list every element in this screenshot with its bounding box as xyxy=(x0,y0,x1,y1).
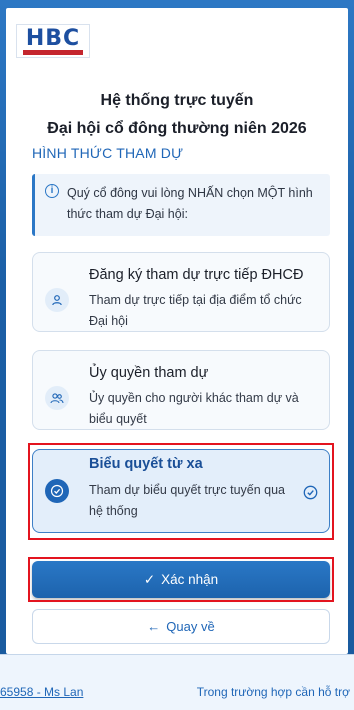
logo-subtext xyxy=(23,49,83,55)
section-label: HÌNH THỨC THAM DỰ xyxy=(32,145,184,161)
option-proxy[interactable]: Ủy quyền tham dự Ủy quyền cho người khác… xyxy=(32,350,330,430)
people-icon xyxy=(45,386,69,410)
option-description: Ủy quyền cho người khác tham dự và biểu … xyxy=(89,391,299,426)
selection-highlight xyxy=(28,443,334,540)
info-notice: i Quý cổ đông vui lòng NHẤN chọn MỘT hìn… xyxy=(32,174,330,236)
page-title-line2: Đại hội cổ đông thường niên 2026 xyxy=(47,120,307,137)
support-contact-link[interactable]: 65958 - Ms Lan xyxy=(0,685,83,699)
arrow-left-icon: ← xyxy=(147,619,161,634)
logo-text: HBC xyxy=(25,25,81,51)
option-description: Tham dự trực tiếp tại địa điểm tổ chức Đ… xyxy=(89,293,302,328)
confirm-highlight xyxy=(28,557,334,602)
option-title: Đăng ký tham dự trực tiếp ĐHCĐ xyxy=(89,267,304,283)
back-label: Quay về xyxy=(166,619,215,634)
page-title-line1: Hệ thống trực tuyến xyxy=(100,92,254,109)
hbc-logo: HBC xyxy=(16,24,90,58)
option-title: Ủy quyền tham dự xyxy=(89,365,209,381)
notice-text: Quý cổ đông vui lòng NHẤN chọn MỘT hình … xyxy=(67,186,313,221)
support-help-text: Trong trường hợp cần hỗ trợ xyxy=(196,685,350,699)
footer: 65958 - Ms Lan Trong trường hợp cần hỗ t… xyxy=(0,654,354,710)
person-icon xyxy=(45,288,69,312)
info-icon: i xyxy=(45,184,59,198)
back-button[interactable]: ← Quay về xyxy=(32,609,330,644)
option-attend-in-person[interactable]: Đăng ký tham dự trực tiếp ĐHCĐ Tham dự t… xyxy=(32,252,330,332)
